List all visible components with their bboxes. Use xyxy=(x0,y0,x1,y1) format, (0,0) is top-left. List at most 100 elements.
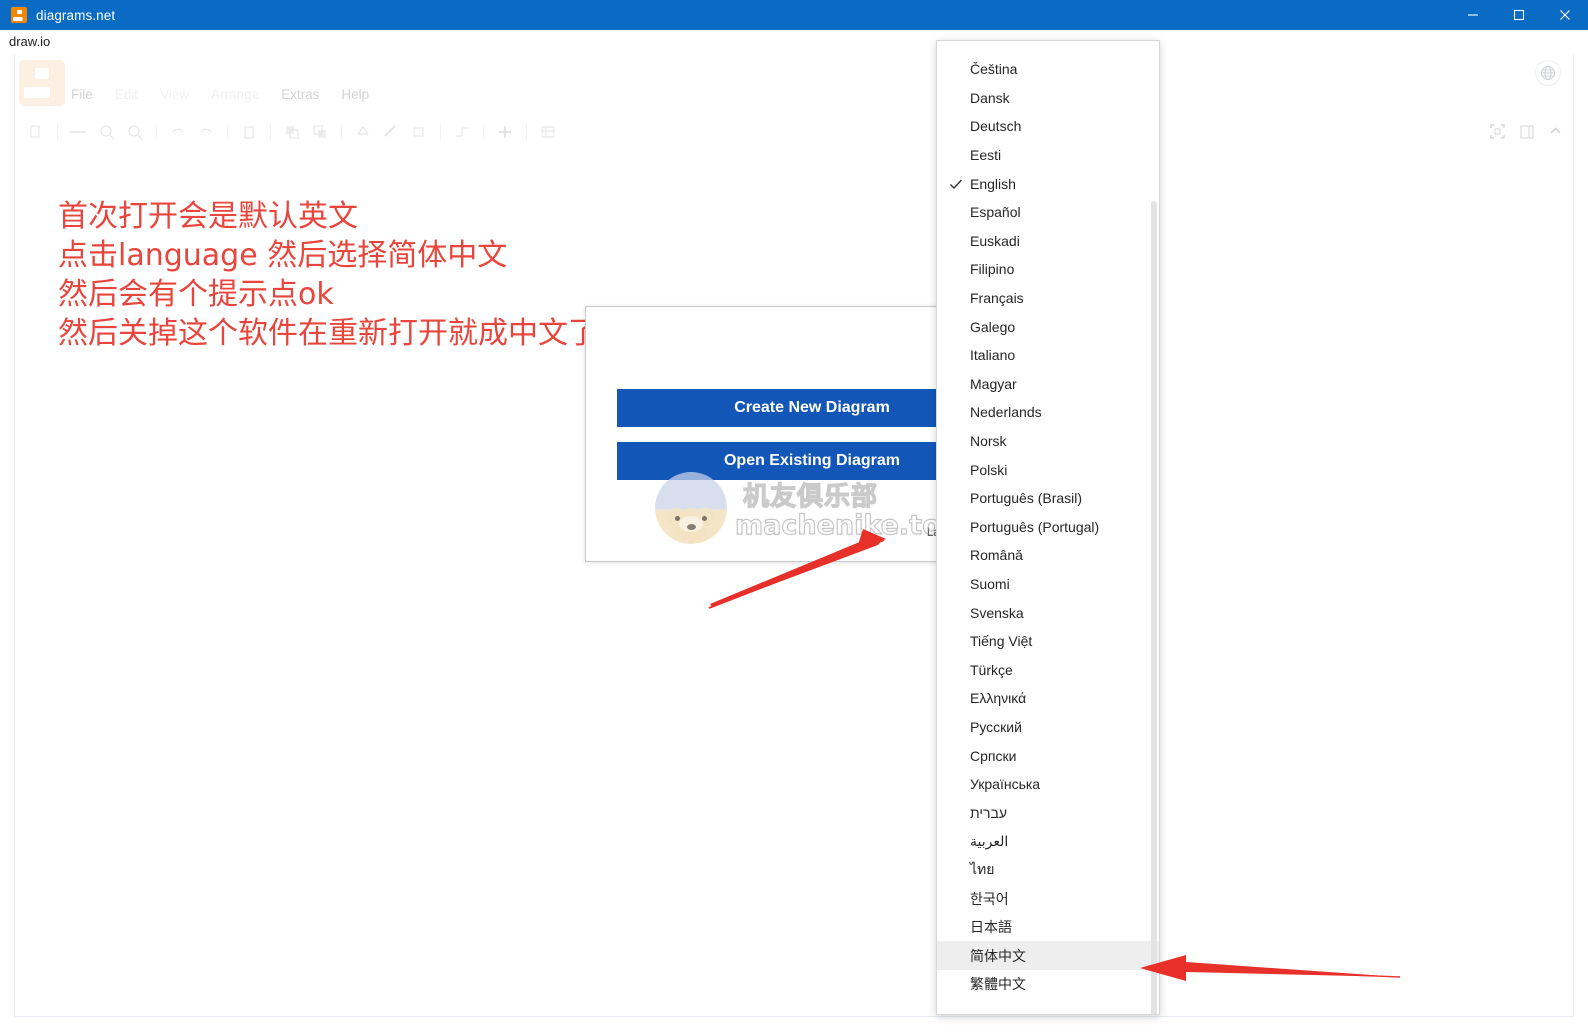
to-front-icon[interactable] xyxy=(281,121,303,143)
language-menu-item[interactable]: Türkçe xyxy=(937,655,1159,684)
window-titlebar: diagrams.net xyxy=(0,0,1588,30)
undo-icon[interactable] xyxy=(167,121,189,143)
editor-right-tools xyxy=(1489,123,1563,145)
language-menu-item-label: Galego xyxy=(970,318,1016,335)
language-menu-item[interactable]: Tiếng Việt xyxy=(937,627,1159,656)
toolbar-separator xyxy=(270,124,271,140)
delete-icon[interactable] xyxy=(238,121,260,143)
language-menu-item-label: Español xyxy=(970,204,1021,221)
language-menu-item[interactable]: Ελληνικά xyxy=(937,684,1159,713)
menu-bar: File Edit View Arrange Extras Help xyxy=(71,87,369,102)
language-menu-item-label: Čeština xyxy=(970,61,1018,78)
language-menu-scrollbar[interactable] xyxy=(1151,201,1157,1014)
language-menu-item[interactable]: Norsk xyxy=(937,427,1159,456)
language-menu-item[interactable]: Português (Brasil) xyxy=(937,484,1159,513)
language-menu-item-label: Magyar xyxy=(970,375,1017,392)
menu-item-view[interactable]: View xyxy=(160,87,189,102)
language-list: Čeština Dansk Deutsch Eesti English Español Eu… xyxy=(937,55,1159,999)
language-menu-item-label: Română xyxy=(970,547,1023,564)
language-menu-item[interactable]: Euskadi xyxy=(937,227,1159,256)
language-menu-item[interactable]: 繁體中文 xyxy=(937,970,1159,999)
zoom-in-icon[interactable] xyxy=(124,121,146,143)
toolbar-separator xyxy=(526,124,527,140)
language-menu-item[interactable]: Eesti xyxy=(937,141,1159,170)
language-menu-item-label: Nederlands xyxy=(970,404,1042,421)
language-menu-item-label: Ελληνικά xyxy=(970,690,1027,707)
collapse-panel-icon[interactable] xyxy=(1548,124,1563,144)
menu-item-file[interactable]: File xyxy=(71,87,93,102)
app-name-strip: draw.io xyxy=(0,30,1588,55)
toolbar-separator xyxy=(483,124,484,140)
editor-toolbar xyxy=(25,117,725,147)
language-menu-item[interactable]: Español xyxy=(937,198,1159,227)
language-menu-item[interactable]: العربية xyxy=(937,827,1159,856)
language-menu-item[interactable]: Српски xyxy=(937,741,1159,770)
language-menu-item[interactable]: Nederlands xyxy=(937,398,1159,427)
language-menu-item[interactable]: Svenska xyxy=(937,598,1159,627)
globe-icon[interactable] xyxy=(1535,60,1561,86)
language-menu-item[interactable]: Română xyxy=(937,541,1159,570)
shadow-icon[interactable] xyxy=(408,121,430,143)
insert-table-icon[interactable] xyxy=(537,121,559,143)
format-panel-icon[interactable] xyxy=(1519,124,1535,145)
language-menu-item[interactable]: Galego xyxy=(937,312,1159,341)
waypoints-icon[interactable] xyxy=(451,121,473,143)
language-menu-item[interactable]: Filipino xyxy=(937,255,1159,284)
language-menu-item[interactable]: ไทย xyxy=(937,856,1159,885)
language-menu-item[interactable]: Magyar xyxy=(937,370,1159,399)
language-menu-item-label: العربية xyxy=(970,832,1009,849)
check-icon xyxy=(949,177,963,191)
zoom-out-icon[interactable] xyxy=(96,121,118,143)
language-menu-item-label: Norsk xyxy=(970,433,1007,450)
language-menu-item[interactable]: 日本語 xyxy=(937,913,1159,942)
language-menu-item[interactable]: Italiano xyxy=(937,341,1159,370)
annotation-line-3: 然后会有个提示点ok xyxy=(58,277,334,312)
close-button[interactable] xyxy=(1542,0,1588,30)
fill-color-icon[interactable] xyxy=(352,121,374,143)
view-dropdown-icon[interactable] xyxy=(25,121,47,143)
toolbar-separator xyxy=(341,124,342,140)
redo-icon[interactable] xyxy=(195,121,217,143)
language-menu-item-label: ไทย xyxy=(970,860,995,877)
language-menu-item[interactable]: Čeština xyxy=(937,55,1159,84)
language-dropdown-menu: Čeština Dansk Deutsch Eesti English Español Eu… xyxy=(936,40,1160,1015)
start-dialog: Create New Diagram Open Existing Diagram… xyxy=(585,306,983,562)
toolbar-separator xyxy=(440,124,441,140)
insert-shape-icon[interactable] xyxy=(494,121,516,143)
language-menu-item-label: Euskadi xyxy=(970,232,1020,249)
drawio-watermark-logo-icon xyxy=(19,60,65,106)
menu-item-arrange[interactable]: Arrange xyxy=(211,87,259,102)
language-menu-item[interactable]: Deutsch xyxy=(937,112,1159,141)
language-menu-item-label: 日本語 xyxy=(970,919,1012,936)
language-menu-item[interactable]: English xyxy=(937,169,1159,198)
to-back-icon[interactable] xyxy=(309,121,331,143)
open-existing-diagram-button[interactable]: Open Existing Diagram xyxy=(617,442,982,480)
create-new-diagram-button[interactable]: Create New Diagram xyxy=(617,389,982,427)
language-menu-item[interactable]: Dansk xyxy=(937,84,1159,113)
maximize-button[interactable] xyxy=(1496,0,1542,30)
language-menu-item[interactable]: 简体中文 xyxy=(937,941,1159,970)
drawio-window: diagrams.net draw.io File Edit View Arra… xyxy=(0,0,1588,1032)
language-menu-item-label: Українська xyxy=(970,776,1041,793)
scrollbar-thumb[interactable] xyxy=(1151,201,1157,1014)
toolbar-separator xyxy=(156,124,157,140)
language-menu-item-label: Italiano xyxy=(970,347,1016,364)
language-menu-item[interactable]: Français xyxy=(937,284,1159,313)
language-menu-item[interactable]: Русский xyxy=(937,713,1159,742)
menu-item-extras[interactable]: Extras xyxy=(281,87,319,102)
zoom-level-dropdown-icon[interactable] xyxy=(68,121,90,143)
minimize-button[interactable] xyxy=(1450,0,1496,30)
app-name-label: draw.io xyxy=(9,34,51,49)
annotation-line-2: 点击language 然后选择简体中文 xyxy=(58,238,508,273)
language-menu-item-label: Türkçe xyxy=(970,661,1013,678)
language-menu-item[interactable]: Português (Portugal) xyxy=(937,513,1159,542)
menu-item-help[interactable]: Help xyxy=(341,87,369,102)
language-menu-item[interactable]: Suomi xyxy=(937,570,1159,599)
fit-page-icon[interactable] xyxy=(1489,123,1506,145)
language-menu-item[interactable]: Українська xyxy=(937,770,1159,799)
language-menu-item[interactable]: עברית xyxy=(937,798,1159,827)
line-color-icon[interactable] xyxy=(380,121,402,143)
language-menu-item[interactable]: Polski xyxy=(937,455,1159,484)
language-menu-item[interactable]: 한국어 xyxy=(937,884,1159,913)
menu-item-edit[interactable]: Edit xyxy=(115,87,138,102)
